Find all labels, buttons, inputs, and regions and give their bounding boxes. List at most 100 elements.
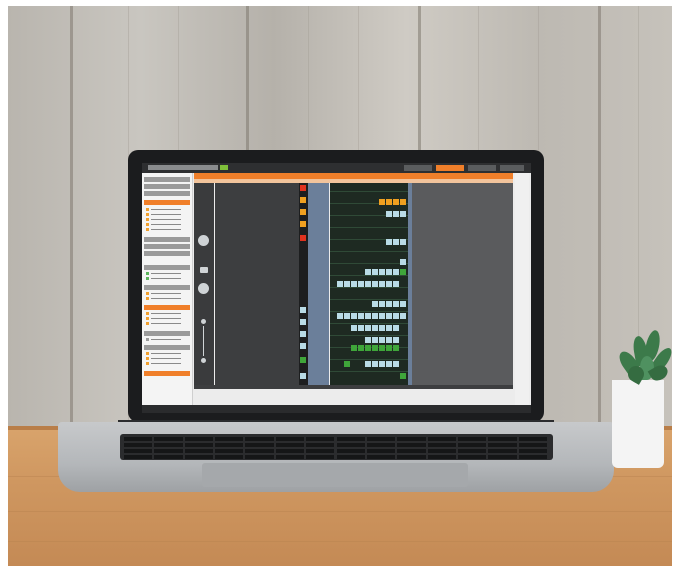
zoom-out-icon[interactable]: [201, 358, 206, 363]
zoom-slider-track[interactable]: [203, 326, 204, 356]
schedule-cell[interactable]: [393, 345, 399, 351]
schedule-cell[interactable]: [365, 281, 371, 287]
schedule-cell[interactable]: [337, 313, 343, 319]
schedule-cell[interactable]: [358, 345, 364, 351]
sidebar-item[interactable]: [146, 272, 188, 275]
schedule-cell[interactable]: [351, 345, 357, 351]
sidebar-item[interactable]: [146, 228, 188, 231]
sidebar-section-header[interactable]: [144, 244, 190, 249]
sidebar-section-header[interactable]: [144, 345, 190, 350]
schedule-cell[interactable]: [386, 281, 392, 287]
top-tab[interactable]: [468, 165, 496, 171]
schedule-cell[interactable]: [393, 269, 399, 275]
sidebar-item[interactable]: [146, 317, 188, 320]
sidebar-item[interactable]: [146, 297, 188, 300]
scrollbar[interactable]: [515, 173, 529, 405]
schedule-cell[interactable]: [358, 281, 364, 287]
top-tab-active[interactable]: [436, 165, 464, 171]
schedule-cell[interactable]: [393, 325, 399, 331]
schedule-cell[interactable]: [365, 361, 371, 367]
status-cell[interactable]: [300, 235, 306, 241]
schedule-cell[interactable]: [351, 313, 357, 319]
schedule-cell[interactable]: [365, 337, 371, 343]
schedule-cell[interactable]: [379, 269, 385, 275]
status-cell[interactable]: [300, 319, 306, 325]
sidebar-section-header[interactable]: [144, 251, 190, 256]
sidebar-item[interactable]: [146, 322, 188, 325]
schedule-cell[interactable]: [386, 239, 392, 245]
schedule-cell[interactable]: [344, 361, 350, 367]
schedule-cell[interactable]: [400, 373, 406, 379]
schedule-cell[interactable]: [400, 199, 406, 205]
sidebar-item[interactable]: [146, 208, 188, 211]
schedule-cell[interactable]: [379, 337, 385, 343]
top-tab[interactable]: [500, 165, 524, 171]
sidebar-section-header[interactable]: [144, 265, 190, 270]
schedule-cell[interactable]: [372, 301, 378, 307]
schedule-cell[interactable]: [393, 199, 399, 205]
schedule-cell[interactable]: [337, 281, 343, 287]
sidebar-item[interactable]: [146, 362, 188, 365]
schedule-cell[interactable]: [386, 199, 392, 205]
schedule-cell[interactable]: [372, 345, 378, 351]
status-cell[interactable]: [300, 373, 306, 379]
schedule-cell[interactable]: [365, 325, 371, 331]
schedule-cell[interactable]: [386, 345, 392, 351]
schedule-cell[interactable]: [393, 361, 399, 367]
layer-toggle-icon[interactable]: [200, 267, 208, 273]
status-cell[interactable]: [300, 185, 306, 191]
sidebar-item[interactable]: [146, 213, 188, 216]
schedule-cell[interactable]: [372, 269, 378, 275]
sidebar-item[interactable]: [146, 338, 188, 341]
sidebar-section-header-active[interactable]: [144, 200, 190, 205]
schedule-cell[interactable]: [386, 269, 392, 275]
schedule-cell[interactable]: [379, 361, 385, 367]
status-cell[interactable]: [300, 307, 306, 313]
schedule-cell[interactable]: [400, 239, 406, 245]
schedule-cell[interactable]: [393, 211, 399, 217]
schedule-cell[interactable]: [351, 325, 357, 331]
schedule-cell[interactable]: [386, 301, 392, 307]
schedule-cell[interactable]: [386, 361, 392, 367]
schedule-cell[interactable]: [386, 313, 392, 319]
sidebar-section-header[interactable]: [144, 285, 190, 290]
schedule-cell[interactable]: [393, 239, 399, 245]
zoom-in-icon[interactable]: [201, 319, 206, 324]
sidebar-section-header[interactable]: [144, 331, 190, 336]
sidebar-section-header[interactable]: [144, 184, 190, 189]
sidebar-item[interactable]: [146, 218, 188, 221]
schedule-cell[interactable]: [400, 269, 406, 275]
status-cell[interactable]: [300, 331, 306, 337]
schedule-cell[interactable]: [379, 301, 385, 307]
schedule-cell[interactable]: [372, 281, 378, 287]
schedule-cell[interactable]: [372, 313, 378, 319]
sidebar-section-header[interactable]: [144, 237, 190, 242]
schedule-cell[interactable]: [344, 281, 350, 287]
sidebar-item[interactable]: [146, 223, 188, 226]
schedule-cell[interactable]: [393, 281, 399, 287]
schedule-cell[interactable]: [393, 313, 399, 319]
schedule-cell[interactable]: [379, 199, 385, 205]
schedule-cell[interactable]: [386, 325, 392, 331]
schedule-cell[interactable]: [372, 337, 378, 343]
schedule-cell[interactable]: [365, 269, 371, 275]
status-cell[interactable]: [300, 343, 306, 349]
status-cell[interactable]: [300, 221, 306, 227]
status-cell[interactable]: [300, 209, 306, 215]
sidebar-section-header[interactable]: [144, 177, 190, 182]
schedule-cell[interactable]: [379, 325, 385, 331]
top-tab[interactable]: [404, 165, 432, 171]
schedule-cell[interactable]: [358, 313, 364, 319]
sidebar-item[interactable]: [146, 292, 188, 295]
sidebar-item[interactable]: [146, 357, 188, 360]
pan-control-icon[interactable]: [198, 283, 209, 294]
schedule-cell[interactable]: [400, 211, 406, 217]
sidebar-item[interactable]: [146, 312, 188, 315]
sidebar-section-header-active[interactable]: [144, 305, 190, 310]
schedule-cell[interactable]: [379, 345, 385, 351]
schedule-cell[interactable]: [393, 301, 399, 307]
compass-icon[interactable]: [198, 235, 209, 246]
sidebar-item[interactable]: [146, 352, 188, 355]
schedule-cell[interactable]: [393, 337, 399, 343]
status-cell[interactable]: [300, 197, 306, 203]
